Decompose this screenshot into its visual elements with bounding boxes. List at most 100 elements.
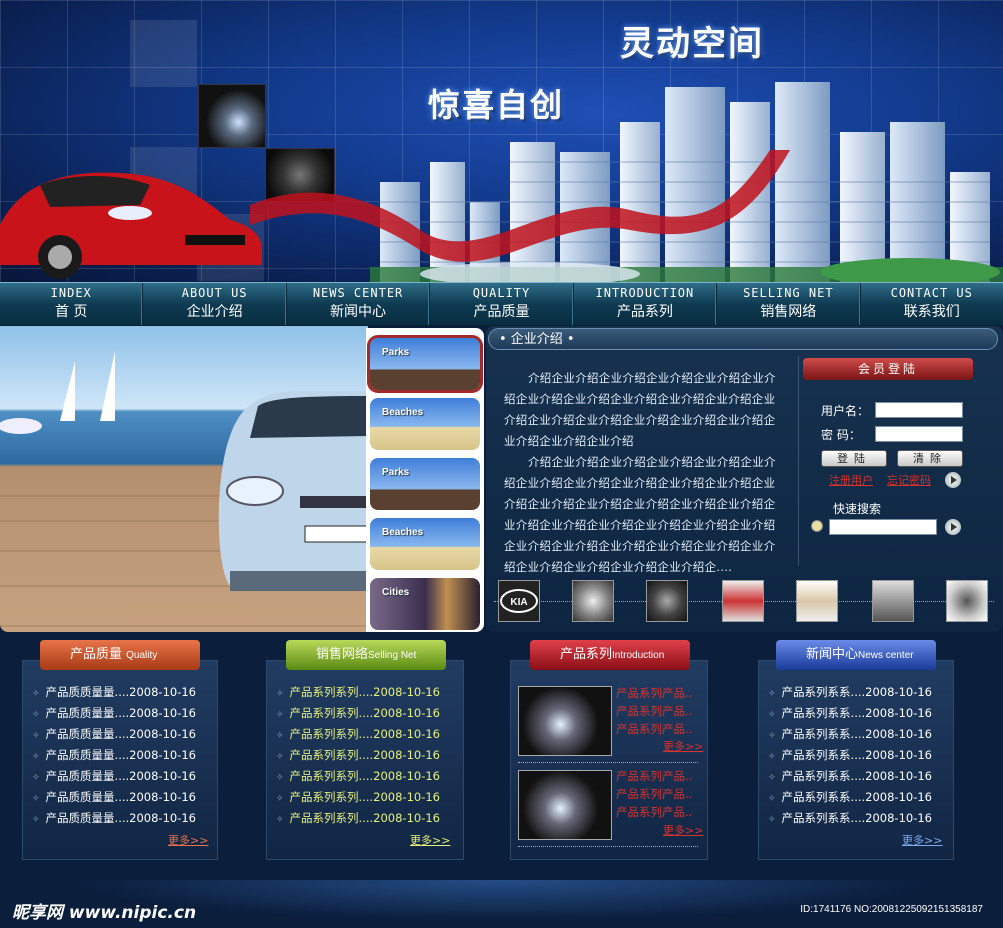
list-item[interactable]: ✧ 产品系列系系....2008-10-16 xyxy=(768,703,932,724)
list-item[interactable]: ✧ 产品质质量量....2008-10-16 xyxy=(32,682,196,703)
bullet-icon: ✧ xyxy=(276,794,284,804)
gallery-item[interactable]: Beaches xyxy=(370,518,480,570)
brand-logo-item[interactable] xyxy=(796,580,838,622)
product-line[interactable]: 产品系列产品.. xyxy=(616,785,692,803)
bullet-icon: ✧ xyxy=(768,731,776,741)
brand-logo-item[interactable] xyxy=(646,580,688,622)
list-item[interactable]: ✧ 产品系列系列....2008-10-16 xyxy=(276,787,440,808)
login-go-icon[interactable] xyxy=(945,472,961,488)
nav-item-news[interactable]: NEWS CENTER 新闻中心 xyxy=(287,283,431,325)
list-item[interactable]: ✧ 产品质质量量....2008-10-16 xyxy=(32,703,196,724)
list-item[interactable]: ✧ 产品系列系系....2008-10-16 xyxy=(768,766,932,787)
username-input[interactable] xyxy=(875,402,963,418)
login-button[interactable]: 登陆 xyxy=(821,450,887,467)
brand-logo-item[interactable] xyxy=(572,580,614,622)
bullet-icon: ✧ xyxy=(768,752,776,762)
gallery-item[interactable]: Beaches xyxy=(370,398,480,450)
list-item[interactable]: ✧ 产品系列系系....2008-10-16 xyxy=(768,808,932,829)
bullet-icon: ✧ xyxy=(768,689,776,699)
bullet-icon: ✧ xyxy=(32,815,40,825)
bullet-icon: ✧ xyxy=(768,794,776,804)
password-label: 密 码： xyxy=(821,428,861,442)
search-go-icon[interactable] xyxy=(945,519,961,535)
clear-button[interactable]: 清除 xyxy=(897,450,963,467)
list-item[interactable]: ✧ 产品系列系列....2008-10-16 xyxy=(276,766,440,787)
headlight-thumb-image xyxy=(198,84,266,148)
news-more-link[interactable]: 更多>> xyxy=(902,832,942,848)
list-item[interactable]: ✧ 产品质质量量....2008-10-16 xyxy=(32,766,196,787)
list-item[interactable]: ✧ 产品系列系列....2008-10-16 xyxy=(276,745,440,766)
selling-tab-title-en: Selling Net xyxy=(368,650,417,661)
product-line[interactable]: 产品系列产品.. xyxy=(616,767,692,785)
quick-search-label: 快速搜索 xyxy=(833,502,882,516)
divider-line xyxy=(518,762,698,763)
gallery-item[interactable]: Parks xyxy=(370,458,480,510)
news-tab[interactable]: 新闻中心News center xyxy=(776,640,936,670)
nav-item-index[interactable]: INDEX 首 页 xyxy=(0,283,144,325)
product-more-link[interactable]: 更多>> xyxy=(663,738,703,754)
list-item[interactable]: ✧ 产品系列系系....2008-10-16 xyxy=(768,787,932,808)
list-item[interactable]: ✧ 产品质质量量....2008-10-16 xyxy=(32,724,196,745)
list-item[interactable]: ✧ 产品系列系系....2008-10-16 xyxy=(768,745,932,766)
list-item[interactable]: ✧ 产品质质量量....2008-10-16 xyxy=(32,787,196,808)
nav-item-contact[interactable]: CONTACT US 联系我们 xyxy=(861,283,1003,325)
nav-label-en: INTRODUCTION xyxy=(595,286,695,300)
intro-paragraph: 介绍企业介绍企业介绍企业介绍企业介绍企业介绍企业介绍企业介绍企业介绍企业介绍企业… xyxy=(504,455,776,574)
product-line[interactable]: 产品系列产品.. xyxy=(616,720,692,738)
main-nav: INDEX 首 页 ABOUT US 企业介绍 NEWS CENTER 新闻中心… xyxy=(0,282,1003,326)
list-item[interactable]: ✧ 产品系列系列....2008-10-16 xyxy=(276,682,440,703)
brand-logo-item[interactable] xyxy=(872,580,914,622)
list-item[interactable]: ✧ 产品系列系列....2008-10-16 xyxy=(276,724,440,745)
quality-tab-title-en: Quality xyxy=(126,650,158,661)
brand-logo-kia[interactable]: KIA xyxy=(498,580,540,622)
search-input[interactable] xyxy=(829,519,937,535)
gallery-item[interactable]: Parks xyxy=(367,335,483,393)
product-more-link[interactable]: 更多>> xyxy=(663,822,703,838)
product-thumb-image[interactable] xyxy=(518,770,612,840)
list-item[interactable]: ✧ 产品系列系系....2008-10-16 xyxy=(768,682,932,703)
product-thumb-image[interactable] xyxy=(518,686,612,756)
series-tab-title-en: Introduction xyxy=(612,650,665,661)
footer: 昵享网 www.nipic.cn ID:1741176 NO:200812250… xyxy=(0,880,1003,928)
forgot-password-link[interactable]: 忘记密码 xyxy=(887,472,931,488)
red-ribbon-image xyxy=(250,150,790,262)
kia-logo-image: KIA xyxy=(500,589,538,613)
nav-item-introduction[interactable]: INTRODUCTION 产品系列 xyxy=(574,283,718,325)
list-item[interactable]: ✧ 产品质质量量....2008-10-16 xyxy=(32,808,196,829)
intro-title: • 企业介绍 • xyxy=(488,328,998,350)
gallery-item[interactable]: Cities xyxy=(370,578,480,630)
bullet-icon: ✧ xyxy=(276,773,284,783)
bullet-icon: ✧ xyxy=(32,752,40,762)
list-item[interactable]: ✧ 产品系列系系....2008-10-16 xyxy=(768,724,932,745)
list-item[interactable]: ✧ 产品质质量量....2008-10-16 xyxy=(32,745,196,766)
bullet-icon: ✧ xyxy=(276,710,284,720)
product-line[interactable]: 产品系列产品.. xyxy=(616,803,692,821)
selling-more-link[interactable]: 更多>> xyxy=(410,832,450,848)
red-car-image xyxy=(0,172,262,279)
password-input[interactable] xyxy=(875,426,963,442)
kia-logo-text: KIA xyxy=(510,597,527,608)
quality-more-link[interactable]: 更多>> xyxy=(168,832,208,848)
bullet-icon: ✧ xyxy=(32,689,40,699)
selling-tab[interactable]: 销售网络Selling Net xyxy=(286,640,446,670)
brand-logo-item[interactable] xyxy=(946,580,988,622)
list-item[interactable]: ✧ 产品系列系列....2008-10-16 xyxy=(276,808,440,829)
register-link[interactable]: 注册用户 xyxy=(829,472,873,488)
brand-logo-item[interactable] xyxy=(722,580,764,622)
product-line[interactable]: 产品系列产品.. xyxy=(616,684,692,702)
nav-label-en: INDEX xyxy=(50,286,92,300)
nav-item-about[interactable]: ABOUT US 企业介绍 xyxy=(143,283,287,325)
bullet-icon: ✧ xyxy=(768,773,776,783)
bullet-icon: ✧ xyxy=(32,794,40,804)
quality-tab-title: 产品质量 xyxy=(70,647,123,662)
bullet-icon: ✧ xyxy=(276,731,284,741)
header-banner: 灵动空间 惊喜自创 xyxy=(0,0,1003,282)
quality-tab[interactable]: 产品质量 Quality xyxy=(40,640,200,670)
product-line[interactable]: 产品系列产品.. xyxy=(616,702,692,720)
series-tab[interactable]: 产品系列Introduction xyxy=(530,640,690,670)
nav-item-selling[interactable]: SELLING NET 销售网络 xyxy=(717,283,861,325)
nav-item-quality[interactable]: QUALITY 产品质量 xyxy=(430,283,574,325)
bullet-icon: ✧ xyxy=(768,815,776,825)
nav-label-en: ABOUT US xyxy=(181,286,248,300)
list-item[interactable]: ✧ 产品系列系列....2008-10-16 xyxy=(276,703,440,724)
